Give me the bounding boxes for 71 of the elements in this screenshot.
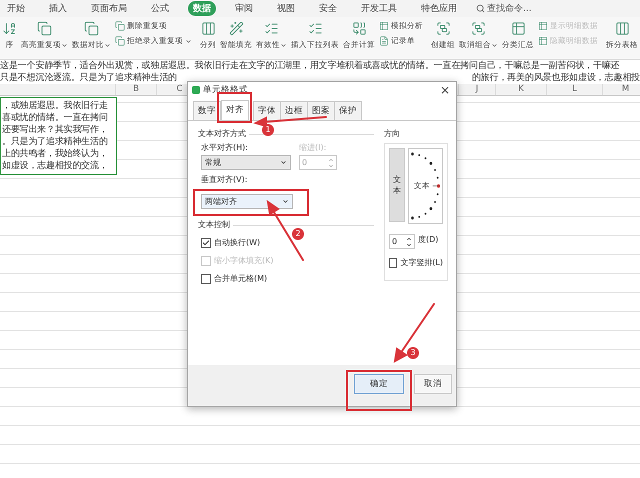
formula-text: 这是一个安静季节，适合外出观赏，或独居遐思。我依旧行走在文字的江湖里，用文字堆积着或喜或忧的情绪。一直在拷问自己，干嘛总是一副苦闷状，干嘛还 — [0, 60, 621, 72]
vertical-align-select[interactable]: 两端对齐 — [201, 194, 293, 209]
menu-tab[interactable]: 开发工具 — [356, 1, 402, 16]
checkbox[interactable]: 合并单元格(M) — [198, 273, 374, 284]
menu-tab[interactable]: 公式 — [146, 1, 174, 16]
annotation-arrow — [392, 302, 436, 364]
column-header: M — [622, 84, 630, 94]
section-title: 文本控制 — [198, 219, 230, 230]
columns-icon — [614, 21, 630, 36]
column-header: C — [176, 84, 182, 94]
copy-icon — [115, 36, 125, 46]
caret-icon — [185, 38, 192, 44]
vertical-text-button[interactable]: 文本 — [389, 148, 405, 222]
menu-tab[interactable]: 审阅 — [230, 1, 258, 16]
dialog-tab[interactable]: 保护 — [334, 101, 362, 120]
caret-icon — [280, 42, 287, 48]
menu-tab[interactable]: 特色应用 — [416, 1, 462, 16]
merge-icon — [352, 21, 366, 36]
close-button[interactable]: × — [438, 84, 452, 96]
menu-tab[interactable]: 页面布局 — [86, 1, 132, 16]
menu-tab[interactable]: 视图 — [272, 1, 300, 16]
list-icon — [264, 21, 279, 36]
section-title: 文本对齐方式 — [198, 128, 246, 139]
app-logo-icon — [192, 86, 200, 94]
cancel-button[interactable]: 取消 — [414, 374, 452, 394]
field-label: 水平对齐(H): — [201, 142, 248, 153]
copy-icon — [37, 21, 52, 36]
column-header: L — [572, 84, 577, 94]
column-header: B — [133, 84, 139, 94]
caret-icon — [491, 42, 498, 48]
table-icon — [538, 21, 548, 31]
check-icon — [202, 238, 210, 246]
menu-tab[interactable]: 插入 — [44, 1, 72, 16]
command-search[interactable]: 查找命令... — [476, 2, 532, 15]
caret-icon — [104, 42, 111, 48]
horizontal-align-select[interactable]: 常规 — [201, 155, 291, 170]
copy-icon — [84, 21, 99, 36]
field-label: 度(D) — [418, 234, 438, 245]
field-label: 缩进(I): — [299, 142, 326, 153]
section-title: 方向 — [384, 128, 400, 139]
dialog-tab[interactable]: 字体 — [253, 101, 281, 120]
field-label: 垂直对齐(V): — [201, 174, 248, 185]
wand-icon — [228, 21, 244, 36]
checkbox[interactable]: 自动换行(W) — [198, 237, 374, 248]
column-header: J — [476, 84, 478, 94]
menu-tab[interactable]: 安全 — [314, 1, 342, 16]
ok-button[interactable]: 确定 — [354, 374, 404, 394]
group-icon — [436, 21, 450, 36]
dialog-tab[interactable]: 数字 — [193, 101, 221, 120]
menu-tab[interactable]: 开始 — [2, 1, 30, 16]
caret-icon — [280, 159, 287, 166]
degrees-spinner[interactable]: 0 — [389, 234, 415, 249]
formula-text: 只是不想沉沦逐流。只是为了追求精神生活的 — [0, 72, 178, 84]
table-icon — [379, 21, 389, 31]
caret-icon — [282, 198, 289, 205]
dialog-tab[interactable]: 边框 — [280, 101, 308, 120]
table-icon — [538, 36, 548, 46]
table-icon — [510, 21, 526, 36]
search-icon — [476, 4, 485, 13]
caret-icon — [61, 42, 68, 48]
column-header: K — [518, 84, 524, 94]
formula-text: 的旅行，再美的风景也形如虚设，志趣相投 — [472, 72, 640, 84]
sort-icon — [2, 21, 17, 36]
selected-cell[interactable]: ，或独居遐思。我依旧行走 喜或忧的情绪。一直在拷问 还要写出来？其实我写作， 。只是为了追求精神生活的 上的共鸣者，我始终认为， 如虚设，志趣相投的交流， — [0, 97, 117, 175]
copy-icon — [115, 21, 125, 31]
list-icon — [308, 21, 322, 36]
columns-icon — [200, 21, 216, 36]
document-icon — [379, 36, 389, 46]
dialog-tab[interactable]: 对齐 — [221, 100, 249, 120]
checkbox[interactable]: 文字竖排(L) — [389, 257, 443, 268]
group-icon — [471, 21, 486, 36]
